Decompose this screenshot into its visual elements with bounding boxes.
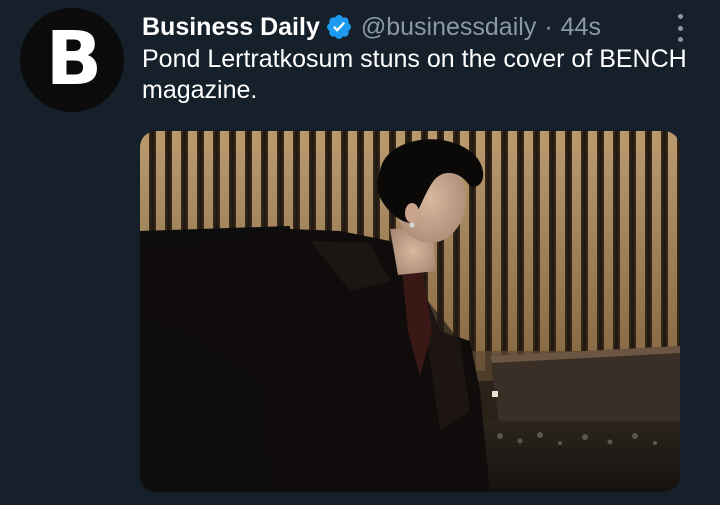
tweet-text: Pond Lertratkosum stuns on the cover of …: [142, 45, 687, 104]
display-name[interactable]: Business Daily: [142, 13, 320, 42]
more-dot: [677, 25, 683, 31]
tweet[interactable]: B Business Daily @businessdaily · 44s Po…: [0, 0, 720, 505]
timestamp[interactable]: 44s: [561, 13, 601, 42]
user-handle[interactable]: @businessdaily: [361, 13, 536, 42]
business-daily-logo: B: [45, 16, 103, 102]
separator-dot: ·: [544, 12, 553, 41]
more-vertical-icon[interactable]: [670, 12, 690, 44]
tweet-header: Business Daily @businessdaily · 44s: [142, 10, 601, 44]
avatar[interactable]: B: [20, 8, 124, 112]
verified-badge-icon: [325, 13, 353, 41]
tweet-photo[interactable]: [140, 131, 680, 492]
more-dot: [677, 14, 683, 19]
more-dot: [677, 37, 683, 42]
